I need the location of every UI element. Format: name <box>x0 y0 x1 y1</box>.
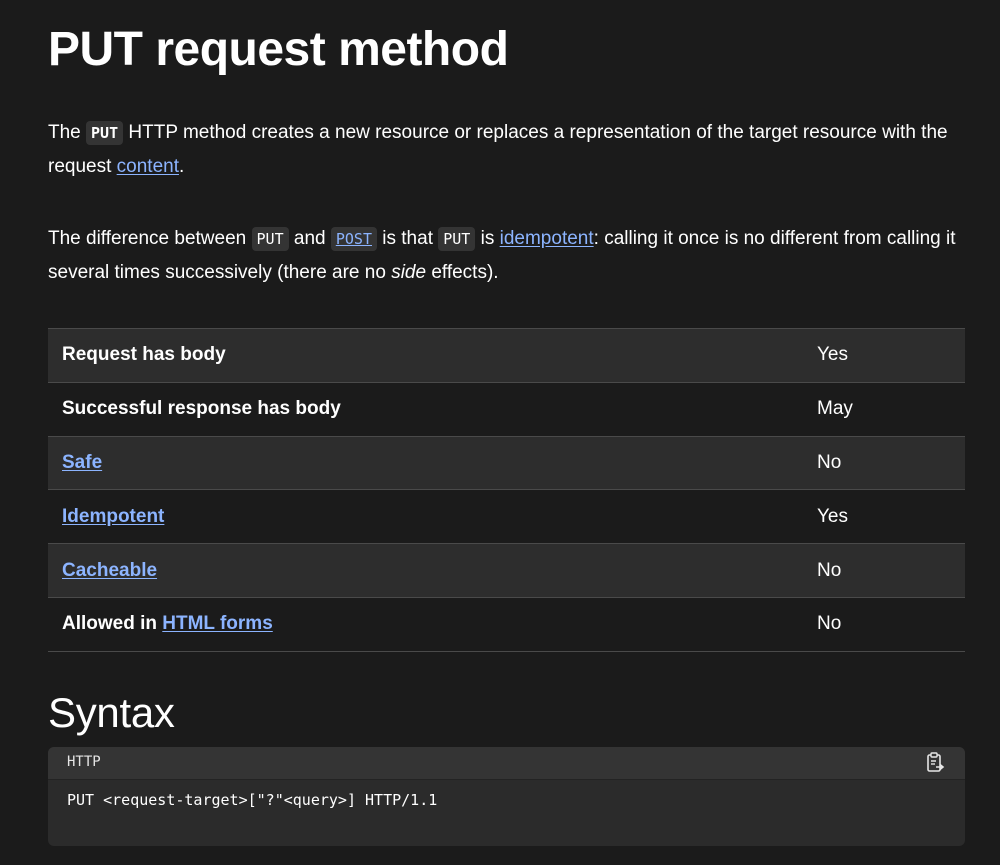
text: . <box>178 156 185 177</box>
property-name: Request has body <box>48 328 803 383</box>
text: The <box>48 122 87 143</box>
post-link[interactable]: POST <box>330 227 377 251</box>
code-put: PUT <box>438 227 476 251</box>
property-name: Allowed in HTML forms <box>48 596 803 652</box>
intro-paragraph-2: The difference between PUT and POST is t… <box>48 222 968 289</box>
property-name: Cacheable <box>48 543 803 598</box>
property-value: No <box>803 435 965 490</box>
text: The difference between <box>48 228 252 249</box>
property-name: Idempotent <box>48 489 803 544</box>
code-block-header: HTTP <box>48 747 965 780</box>
syntax-heading: Syntax <box>48 689 175 736</box>
idempotent-property-link[interactable]: Idempotent <box>62 506 164 527</box>
property-value: No <box>803 543 965 598</box>
syntax-code: PUT <request-target>["?"<query>] HTTP/1.… <box>67 791 438 809</box>
safe-link[interactable]: Safe <box>62 452 102 473</box>
property-value: No <box>803 596 965 652</box>
syntax-code-block: HTTP PUT <request-target>["?"<query>] HT… <box>48 747 965 846</box>
property-name: Safe <box>48 435 803 490</box>
property-value: Yes <box>803 328 965 383</box>
method-properties-table: Request has body Yes Successful response… <box>48 328 965 652</box>
intro-paragraph-1: The PUT HTTP method creates a new resour… <box>48 116 968 183</box>
table-row: Allowed in HTML forms No <box>48 596 965 652</box>
property-prefix: Allowed in <box>62 613 163 635</box>
content-link[interactable]: content <box>117 156 179 177</box>
table-row: Successful response has body May <box>48 381 965 437</box>
code-put: PUT <box>251 227 289 251</box>
page-title: PUT request method <box>48 23 509 76</box>
page: PUT request method The PUT HTTP method c… <box>0 0 1000 865</box>
text: and <box>288 228 331 249</box>
text: is that <box>377 228 439 249</box>
text: effects). <box>426 262 499 283</box>
idempotent-link[interactable]: idempotent <box>500 228 594 249</box>
code-put: PUT <box>86 121 124 145</box>
code-language-label: HTTP <box>67 754 101 770</box>
table-row: Safe No <box>48 435 965 490</box>
text: is <box>475 228 500 249</box>
table-row: Cacheable No <box>48 543 965 598</box>
cacheable-link[interactable]: Cacheable <box>62 560 157 581</box>
property-name: Successful response has body <box>48 381 803 437</box>
code-post: POST <box>330 227 377 251</box>
clipboard-copy-icon[interactable] <box>925 752 945 774</box>
table-row: Idempotent Yes <box>48 489 965 544</box>
html-forms-link[interactable]: HTML forms <box>162 613 272 634</box>
property-value: May <box>803 381 965 437</box>
property-value: Yes <box>803 489 965 544</box>
table-row: Request has body Yes <box>48 328 965 383</box>
emphasis-side: side <box>391 262 427 283</box>
